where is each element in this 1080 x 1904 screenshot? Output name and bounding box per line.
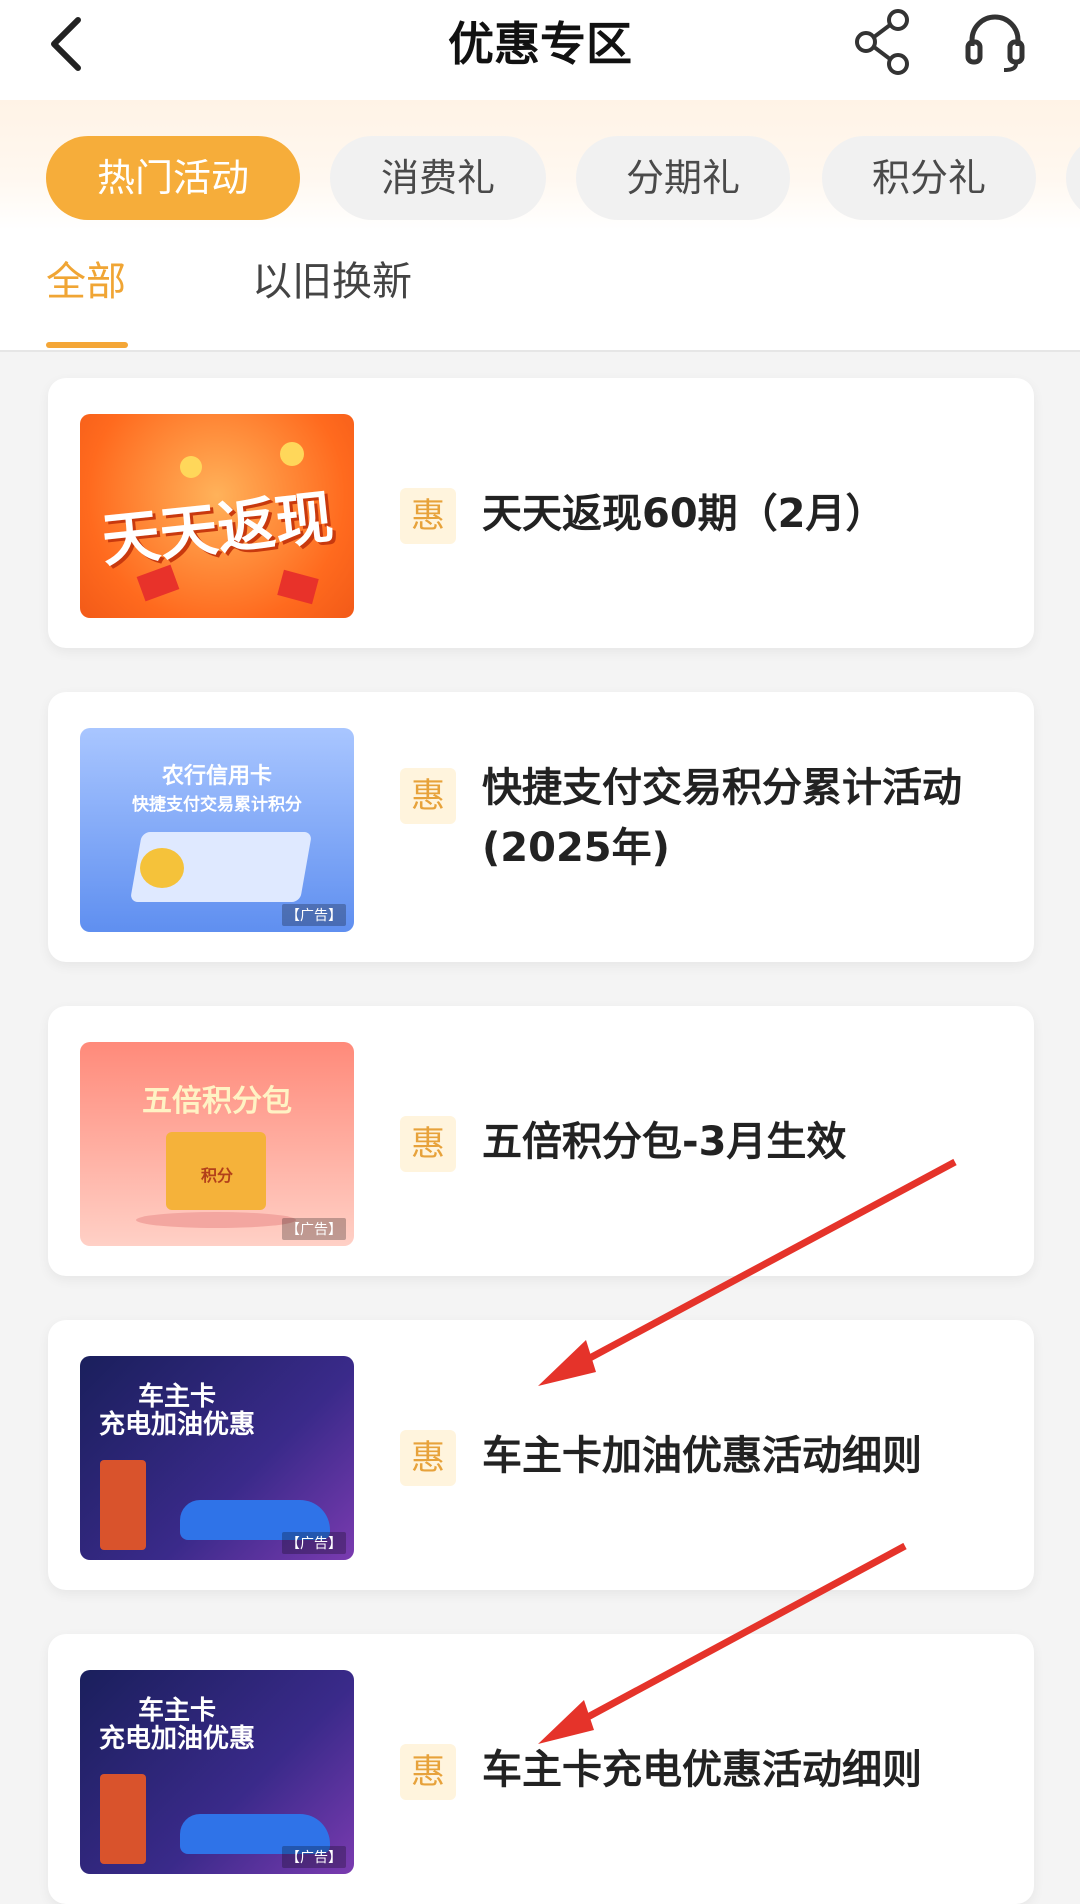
activity-image: 车主卡 充电加油优惠 【广告】 xyxy=(80,1670,354,1874)
subtab-all[interactable]: 全部 xyxy=(46,254,126,310)
activity-image: 农行信用卡 快捷支付交易累计积分 【广告】 xyxy=(80,728,354,932)
activity-title: 天天返现60期（2月） xyxy=(482,491,886,537)
category-tab-points[interactable]: 积分礼 xyxy=(822,136,1036,220)
active-tab-indicator xyxy=(46,342,128,348)
app-header: 优惠专区 xyxy=(0,0,1080,100)
activity-title: 车主卡充电优惠活动细则 xyxy=(482,1747,922,1793)
page-title: 优惠专区 xyxy=(448,17,632,71)
customer-service-headset-icon[interactable] xyxy=(960,6,1030,76)
activity-image: 五倍积分包 积分 【广告】 xyxy=(80,1042,354,1246)
fuel-pump-icon xyxy=(100,1460,146,1550)
discount-badge: 惠 xyxy=(400,1744,456,1800)
activity-title: 五倍积分包-3月生效 xyxy=(482,1119,847,1165)
activity-image: 天天返现 xyxy=(80,414,354,618)
sub-tabs: 全部 以旧换新 xyxy=(0,230,1080,352)
podium-icon xyxy=(136,1212,296,1228)
category-tabs: 热门活动 消费礼 分期礼 积分礼 xyxy=(0,100,1080,230)
fuel-pump-icon xyxy=(100,1774,146,1864)
activity-card[interactable]: 农行信用卡 快捷支付交易累计积分 【广告】 惠 快捷支付交易积分累计活动(202… xyxy=(48,692,1034,962)
discount-badge: 惠 xyxy=(400,768,456,824)
category-tab-overflow[interactable] xyxy=(1066,136,1080,220)
share-icon[interactable] xyxy=(850,6,916,76)
activity-card[interactable]: 五倍积分包 积分 【广告】 惠 五倍积分包-3月生效 xyxy=(48,1006,1034,1276)
discount-badge: 惠 xyxy=(400,1430,456,1486)
activity-card[interactable]: 车主卡 充电加油优惠 【广告】 惠 车主卡充电优惠活动细则 xyxy=(48,1634,1034,1904)
category-tab-installment[interactable]: 分期礼 xyxy=(576,136,790,220)
coin-icon xyxy=(280,442,304,466)
activity-card[interactable]: 车主卡 充电加油优惠 【广告】 惠 车主卡加油优惠活动细则 xyxy=(48,1320,1034,1590)
category-tab-consumption[interactable]: 消费礼 xyxy=(330,136,546,220)
coin-icon xyxy=(180,456,202,478)
activity-image: 车主卡 充电加油优惠 【广告】 xyxy=(80,1356,354,1560)
activity-title: 车主卡加油优惠活动细则 xyxy=(482,1433,922,1479)
subtab-trade-in[interactable]: 以旧换新 xyxy=(252,254,412,310)
coin-stack-icon xyxy=(140,848,184,888)
discount-badge: 惠 xyxy=(400,1116,456,1172)
activity-title: 快捷支付交易积分累计活动(2025年) xyxy=(482,765,962,871)
red-envelope-icon xyxy=(277,569,319,605)
category-tab-hot[interactable]: 热门活动 xyxy=(46,136,300,220)
activity-card[interactable]: 天天返现 惠 天天返现60期（2月） xyxy=(48,378,1034,648)
discount-badge: 惠 xyxy=(400,488,456,544)
